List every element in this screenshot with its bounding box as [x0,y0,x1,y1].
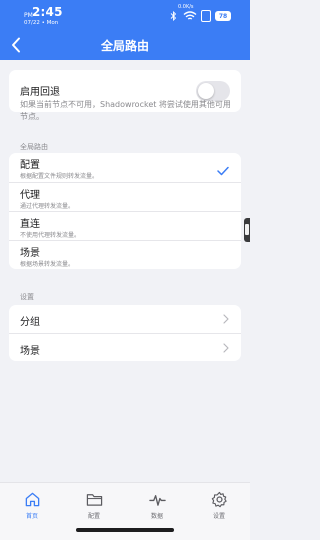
status-icons: 78 [170,10,231,22]
bluetooth-icon [170,11,177,21]
chevron-right-icon [223,314,229,324]
tab-home[interactable]: 首页 [7,483,57,523]
floating-side-handle[interactable] [244,218,250,242]
global-routing-card: 配置 根据配置文件规则转发流量。 代理 通过代理转发流量。 直连 不使用代理转发… [9,153,241,269]
checkmark-icon [217,166,229,176]
activity-icon [148,495,166,506]
folder-icon [86,494,102,506]
status-time: 2:45 [32,5,63,19]
routing-option-sub: 通过代理转发流量。 [20,203,75,210]
routing-option-label: 配置 [20,160,40,171]
home-indicator [76,528,174,532]
header-background: PM 2:45 07/22 • Mon 0.0K/s 78 全局路由 [0,0,250,60]
routing-option-sub: 不使用代理转发流量。 [20,232,81,239]
gear-icon [211,491,227,508]
tab-label: 设置 [212,513,225,520]
fallback-description: 如果当前节点不可用，Shadowrocket 将尝试使用其他可用节点。 [20,100,231,121]
fallback-label: 启用回退 [20,87,60,98]
tab-label: 配置 [87,513,100,520]
routing-option-config[interactable]: 配置 根据配置文件规则转发流量。 [9,153,241,182]
routing-option-label: 直连 [20,219,40,230]
tab-config[interactable]: 配置 [69,483,119,523]
global-routing-header: 全局路由 [20,143,48,151]
battery-indicator: 78 [215,11,231,21]
routing-option-scene[interactable]: 场景 根据场景转发流量。 [9,240,241,269]
house-icon [25,492,39,507]
routing-option-sub: 根据配置文件规则转发流量。 [20,173,99,180]
routing-option-label: 场景 [20,248,40,259]
handle-grip [245,224,249,235]
routing-option-proxy[interactable]: 代理 通过代理转发流量。 [9,182,241,211]
settings-item-group[interactable]: 分组 [9,305,241,333]
wifi-icon [183,11,197,20]
toggle-knob [198,83,214,99]
routing-option-sub: 根据场景转发流量。 [20,261,75,268]
sim-icon [201,10,211,22]
status-bar: PM 2:45 07/22 • Mon 0.0K/s 78 [0,0,250,28]
fallback-toggle[interactable] [196,81,230,101]
routing-option-direct[interactable]: 直连 不使用代理转发流量。 [9,211,241,240]
settings-header: 设置 [20,293,34,301]
settings-item-scene[interactable]: 场景 [9,333,241,361]
settings-item-label: 分组 [20,317,40,328]
settings-item-label: 场景 [20,346,40,357]
status-date: 07/22 • Mon [24,20,59,26]
chevron-right-icon [223,343,229,353]
tab-label: 首页 [25,513,38,520]
tab-label: 数据 [150,513,163,520]
tab-data[interactable]: 数据 [132,483,182,523]
navigation-bar: 全局路由 [0,30,250,60]
page-title: 全局路由 [100,39,149,53]
settings-card: 分组 场景 [9,305,241,361]
tab-settings[interactable]: 设置 [194,483,244,523]
routing-option-label: 代理 [20,190,40,201]
